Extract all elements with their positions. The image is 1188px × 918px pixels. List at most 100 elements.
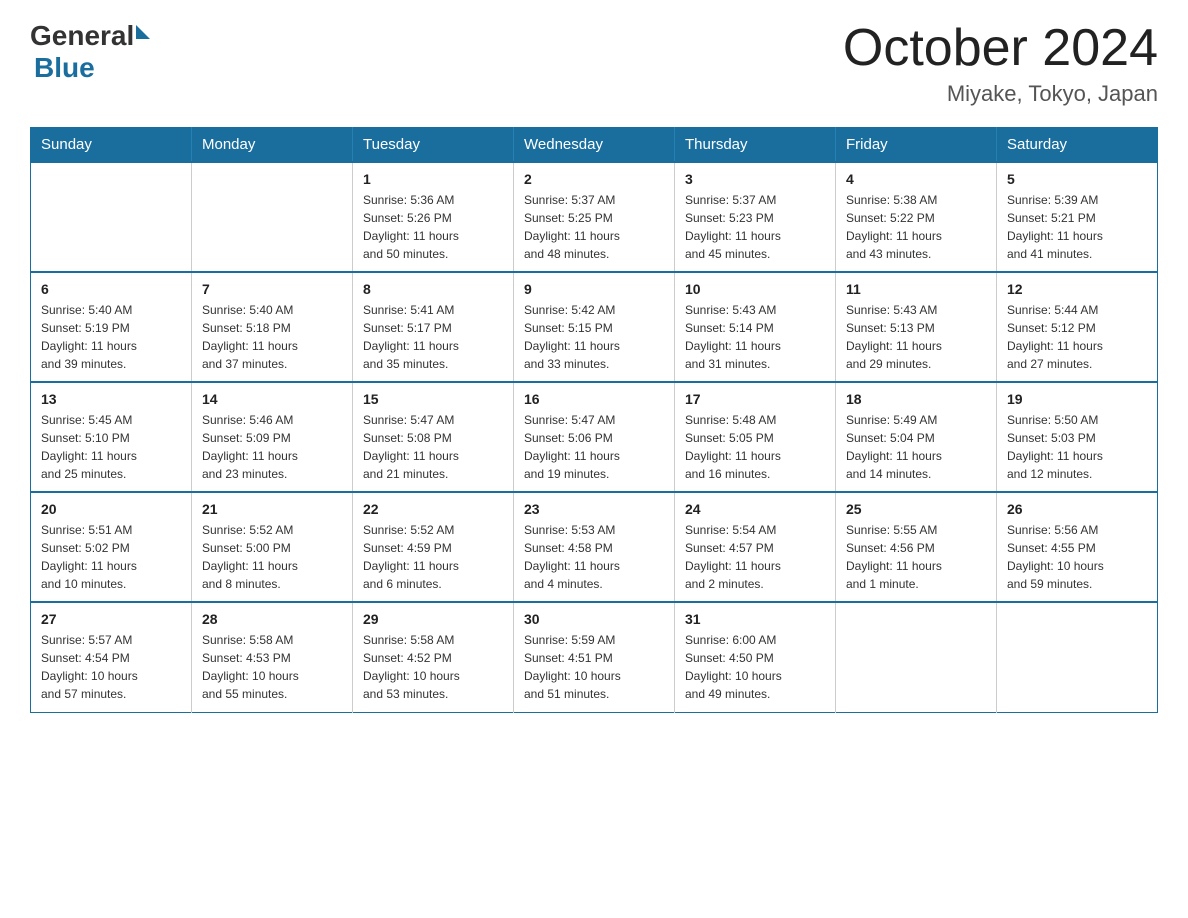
day-number: 24 <box>685 501 825 517</box>
calendar-cell: 11 Sunrise: 5:43 AM Sunset: 5:13 PM Dayli… <box>836 272 997 382</box>
day-info: Sunrise: 5:37 AM Sunset: 5:25 PM Dayligh… <box>524 191 664 263</box>
day-number: 18 <box>846 391 986 407</box>
calendar-cell: 6 Sunrise: 5:40 AM Sunset: 5:19 PM Daylig… <box>31 272 192 382</box>
day-info: Sunrise: 5:53 AM Sunset: 4:58 PM Dayligh… <box>524 521 664 593</box>
header-wednesday: Wednesday <box>514 128 675 163</box>
calendar-cell: 17Sunrise: 5:48 AM Sunset: 5:05 PM Dayli… <box>675 382 836 492</box>
day-info: Sunrise: 5:51 AM Sunset: 5:02 PM Dayligh… <box>41 521 181 593</box>
day-number: 11 <box>846 281 986 297</box>
day-info: Sunrise: 5:52 AM Sunset: 4:59 PM Dayligh… <box>363 521 503 593</box>
header-saturday: Saturday <box>997 128 1158 163</box>
day-info: Sunrise: 5:38 AM Sunset: 5:22 PM Dayligh… <box>846 191 986 263</box>
header-monday: Monday <box>192 128 353 163</box>
day-info: Sunrise: 5:46 AM Sunset: 5:09 PM Dayligh… <box>202 411 342 483</box>
day-info: Sunrise: 5:52 AM Sunset: 5:00 PM Dayligh… <box>202 521 342 593</box>
day-info: Sunrise: 5:37 AM Sunset: 5:23 PM Dayligh… <box>685 191 825 263</box>
calendar-cell: 10Sunrise: 5:43 AM Sunset: 5:14 PM Dayli… <box>675 272 836 382</box>
calendar-cell: 26Sunrise: 5:56 AM Sunset: 4:55 PM Dayli… <box>997 492 1158 602</box>
day-number: 1 <box>363 171 503 187</box>
logo: General Blue <box>30 20 150 84</box>
day-info: Sunrise: 5:43 AM Sunset: 5:13 PM Dayligh… <box>846 301 986 373</box>
day-info: Sunrise: 5:41 AM Sunset: 5:17 PM Dayligh… <box>363 301 503 373</box>
calendar-cell: 4 Sunrise: 5:38 AM Sunset: 5:22 PM Daylig… <box>836 162 997 272</box>
day-number: 25 <box>846 501 986 517</box>
calendar-cell: 3 Sunrise: 5:37 AM Sunset: 5:23 PM Daylig… <box>675 162 836 272</box>
calendar-cell: 1 Sunrise: 5:36 AM Sunset: 5:26 PM Daylig… <box>353 162 514 272</box>
day-number: 20 <box>41 501 181 517</box>
day-number: 10 <box>685 281 825 297</box>
header-tuesday: Tuesday <box>353 128 514 163</box>
calendar-cell: 25 Sunrise: 5:55 AM Sunset: 4:56 PM Dayli… <box>836 492 997 602</box>
day-number: 27 <box>41 611 181 627</box>
logo-general-text: General <box>30 20 134 52</box>
day-number: 3 <box>685 171 825 187</box>
day-info: Sunrise: 5:48 AM Sunset: 5:05 PM Dayligh… <box>685 411 825 483</box>
day-info: Sunrise: 5:50 AM Sunset: 5:03 PM Dayligh… <box>1007 411 1147 483</box>
day-info: Sunrise: 5:39 AM Sunset: 5:21 PM Dayligh… <box>1007 191 1147 263</box>
day-number: 23 <box>524 501 664 517</box>
day-number: 12 <box>1007 281 1147 297</box>
calendar-cell: 9 Sunrise: 5:42 AM Sunset: 5:15 PM Daylig… <box>514 272 675 382</box>
calendar-cell: 21 Sunrise: 5:52 AM Sunset: 5:00 PM Dayli… <box>192 492 353 602</box>
day-number: 5 <box>1007 171 1147 187</box>
calendar-cell: 5 Sunrise: 5:39 AM Sunset: 5:21 PM Daylig… <box>997 162 1158 272</box>
day-number: 19 <box>1007 391 1147 407</box>
calendar-cell <box>31 162 192 272</box>
calendar-cell <box>836 602 997 712</box>
calendar-cell: 18 Sunrise: 5:49 AM Sunset: 5:04 PM Dayli… <box>836 382 997 492</box>
week-row-2: 6 Sunrise: 5:40 AM Sunset: 5:19 PM Daylig… <box>31 272 1158 382</box>
day-info: Sunrise: 5:57 AM Sunset: 4:54 PM Dayligh… <box>41 631 181 703</box>
day-number: 4 <box>846 171 986 187</box>
day-number: 9 <box>524 281 664 297</box>
day-info: Sunrise: 5:58 AM Sunset: 4:52 PM Dayligh… <box>363 631 503 703</box>
calendar-cell: 12 Sunrise: 5:44 AM Sunset: 5:12 PM Dayli… <box>997 272 1158 382</box>
day-number: 30 <box>524 611 664 627</box>
calendar-cell: 13 Sunrise: 5:45 AM Sunset: 5:10 PM Dayli… <box>31 382 192 492</box>
day-info: Sunrise: 5:36 AM Sunset: 5:26 PM Dayligh… <box>363 191 503 263</box>
calendar-cell: 30 Sunrise: 5:59 AM Sunset: 4:51 PM Dayli… <box>514 602 675 712</box>
day-info: Sunrise: 5:55 AM Sunset: 4:56 PM Dayligh… <box>846 521 986 593</box>
day-number: 31 <box>685 611 825 627</box>
day-number: 7 <box>202 281 342 297</box>
week-row-5: 27 Sunrise: 5:57 AM Sunset: 4:54 PM Dayli… <box>31 602 1158 712</box>
calendar-title: October 2024 <box>843 20 1158 77</box>
calendar-cell: 23 Sunrise: 5:53 AM Sunset: 4:58 PM Dayli… <box>514 492 675 602</box>
day-info: Sunrise: 5:47 AM Sunset: 5:08 PM Dayligh… <box>363 411 503 483</box>
day-info: Sunrise: 5:47 AM Sunset: 5:06 PM Dayligh… <box>524 411 664 483</box>
day-info: Sunrise: 5:45 AM Sunset: 5:10 PM Dayligh… <box>41 411 181 483</box>
calendar-table: SundayMondayTuesdayWednesdayThursdayFrid… <box>30 127 1158 713</box>
calendar-cell: 15Sunrise: 5:47 AM Sunset: 5:08 PM Dayli… <box>353 382 514 492</box>
day-info: Sunrise: 5:40 AM Sunset: 5:18 PM Dayligh… <box>202 301 342 373</box>
calendar-cell: 19 Sunrise: 5:50 AM Sunset: 5:03 PM Dayli… <box>997 382 1158 492</box>
calendar-cell: 16 Sunrise: 5:47 AM Sunset: 5:06 PM Dayli… <box>514 382 675 492</box>
week-row-3: 13 Sunrise: 5:45 AM Sunset: 5:10 PM Dayli… <box>31 382 1158 492</box>
logo-triangle-icon <box>136 25 150 39</box>
day-info: Sunrise: 5:40 AM Sunset: 5:19 PM Dayligh… <box>41 301 181 373</box>
calendar-cell: 31 Sunrise: 6:00 AM Sunset: 4:50 PM Dayli… <box>675 602 836 712</box>
day-number: 16 <box>524 391 664 407</box>
week-row-4: 20 Sunrise: 5:51 AM Sunset: 5:02 PM Dayli… <box>31 492 1158 602</box>
day-number: 6 <box>41 281 181 297</box>
day-number: 8 <box>363 281 503 297</box>
calendar-cell: 8 Sunrise: 5:41 AM Sunset: 5:17 PM Daylig… <box>353 272 514 382</box>
day-number: 21 <box>202 501 342 517</box>
title-section: October 2024 Miyake, Tokyo, Japan <box>843 20 1158 107</box>
page-header: General Blue October 2024 Miyake, Tokyo,… <box>30 20 1158 107</box>
day-info: Sunrise: 5:42 AM Sunset: 5:15 PM Dayligh… <box>524 301 664 373</box>
week-row-1: 1 Sunrise: 5:36 AM Sunset: 5:26 PM Daylig… <box>31 162 1158 272</box>
day-info: Sunrise: 5:44 AM Sunset: 5:12 PM Dayligh… <box>1007 301 1147 373</box>
calendar-cell: 28Sunrise: 5:58 AM Sunset: 4:53 PM Dayli… <box>192 602 353 712</box>
day-info: Sunrise: 5:49 AM Sunset: 5:04 PM Dayligh… <box>846 411 986 483</box>
calendar-cell: 20 Sunrise: 5:51 AM Sunset: 5:02 PM Dayli… <box>31 492 192 602</box>
calendar-cell: 22Sunrise: 5:52 AM Sunset: 4:59 PM Dayli… <box>353 492 514 602</box>
header-friday: Friday <box>836 128 997 163</box>
day-number: 14 <box>202 391 342 407</box>
day-info: Sunrise: 5:54 AM Sunset: 4:57 PM Dayligh… <box>685 521 825 593</box>
day-info: Sunrise: 5:59 AM Sunset: 4:51 PM Dayligh… <box>524 631 664 703</box>
day-info: Sunrise: 6:00 AM Sunset: 4:50 PM Dayligh… <box>685 631 825 703</box>
calendar-cell: 27 Sunrise: 5:57 AM Sunset: 4:54 PM Dayli… <box>31 602 192 712</box>
day-number: 2 <box>524 171 664 187</box>
day-number: 13 <box>41 391 181 407</box>
logo-blue-text: Blue <box>34 52 95 84</box>
calendar-cell: 7 Sunrise: 5:40 AM Sunset: 5:18 PM Daylig… <box>192 272 353 382</box>
